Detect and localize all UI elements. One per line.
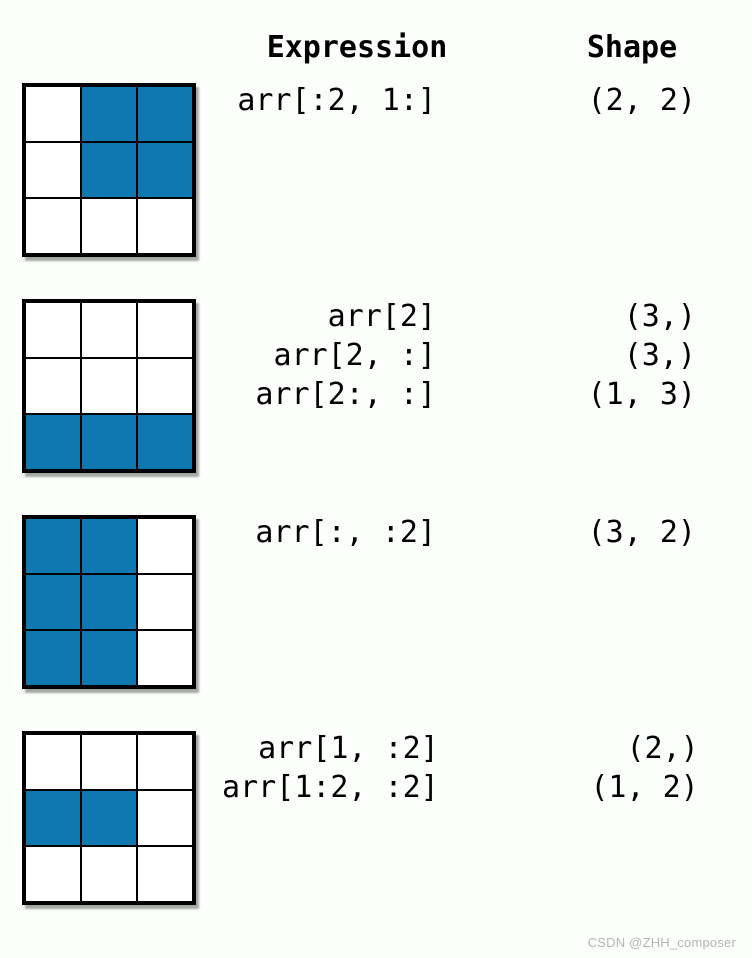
expression-text: arr[:2, 1:] [222, 83, 496, 118]
example-row: arr[:2, 1:] (2, 2) [22, 83, 732, 257]
array-grid [22, 83, 196, 257]
shape-text: (1, 2) [499, 770, 735, 805]
text-column: arr[:2, 1:] (2, 2) [222, 83, 732, 118]
expression-text: arr[1, :2] [222, 731, 499, 766]
grid-cell [81, 358, 137, 414]
array-grid [22, 731, 196, 905]
grid-cell [81, 846, 137, 902]
array-grid-wrap [22, 83, 222, 257]
grid-cell [25, 414, 81, 470]
example-row: arr[1, :2] (2,) arr[1:2, :2] (1, 2) [22, 731, 732, 905]
text-column: arr[2] (3,) arr[2, :] (3,) arr[2:, :] (1… [222, 299, 732, 412]
array-grid [22, 299, 196, 473]
expression-line: arr[1:2, :2] (1, 2) [222, 770, 735, 805]
grid-cell [137, 198, 193, 254]
expression-line: arr[2, :] (3,) [222, 338, 732, 373]
grid-cell [81, 198, 137, 254]
grid-cell [25, 630, 81, 686]
grid-cell [137, 734, 193, 790]
expression-text: arr[1:2, :2] [222, 770, 499, 805]
array-grid-wrap [22, 731, 222, 905]
column-headers: Expression Shape [22, 30, 732, 65]
grid-cell [25, 734, 81, 790]
grid-cell [81, 142, 137, 198]
grid-cell [137, 574, 193, 630]
grid-cell [137, 302, 193, 358]
grid-cell [137, 414, 193, 470]
expression-line: arr[1, :2] (2,) [222, 731, 735, 766]
shape-text: (2, 2) [496, 83, 732, 118]
grid-cell [137, 630, 193, 686]
header-expression: Expression [222, 30, 532, 65]
grid-cell [25, 142, 81, 198]
text-column: arr[1, :2] (2,) arr[1:2, :2] (1, 2) [222, 731, 735, 805]
expression-text: arr[2, :] [222, 338, 496, 373]
grid-cell [137, 86, 193, 142]
expression-text: arr[:, :2] [222, 515, 496, 550]
expression-line: arr[2] (3,) [222, 299, 732, 334]
array-grid-wrap [22, 515, 222, 689]
expression-text: arr[2:, :] [222, 377, 496, 412]
shape-text: (3, 2) [496, 515, 732, 550]
grid-cell [25, 86, 81, 142]
grid-cell [25, 846, 81, 902]
text-column: arr[:, :2] (3, 2) [222, 515, 732, 550]
example-row: arr[2] (3,) arr[2, :] (3,) arr[2:, :] (1… [22, 299, 732, 473]
grid-cell [137, 518, 193, 574]
grid-cell [137, 846, 193, 902]
grid-cell [81, 86, 137, 142]
expression-line: arr[:, :2] (3, 2) [222, 515, 732, 550]
grid-cell [25, 302, 81, 358]
array-grid [22, 515, 196, 689]
watermark-text: CSDN @ZHH_composer [588, 935, 736, 950]
diagram-page: Expression Shape arr[:2, 1:] (2, 2) [0, 0, 752, 958]
grid-cell [81, 630, 137, 686]
array-grid-wrap [22, 299, 222, 473]
grid-cell [81, 574, 137, 630]
grid-cell [81, 518, 137, 574]
grid-cell [25, 198, 81, 254]
grid-cell [81, 414, 137, 470]
shape-text: (3,) [496, 338, 732, 373]
grid-cell [81, 734, 137, 790]
grid-cell [137, 142, 193, 198]
expression-line: arr[2:, :] (1, 3) [222, 377, 732, 412]
grid-cell [81, 790, 137, 846]
grid-cell [25, 790, 81, 846]
expression-text: arr[2] [222, 299, 496, 334]
grid-cell [137, 790, 193, 846]
grid-cell [137, 358, 193, 414]
shape-text: (3,) [496, 299, 732, 334]
shape-text: (2,) [499, 731, 735, 766]
shape-text: (1, 3) [496, 377, 732, 412]
grid-cell [25, 518, 81, 574]
grid-cell [81, 302, 137, 358]
example-row: arr[:, :2] (3, 2) [22, 515, 732, 689]
expression-line: arr[:2, 1:] (2, 2) [222, 83, 732, 118]
header-shape: Shape [532, 30, 732, 65]
grid-cell [25, 358, 81, 414]
grid-cell [25, 574, 81, 630]
